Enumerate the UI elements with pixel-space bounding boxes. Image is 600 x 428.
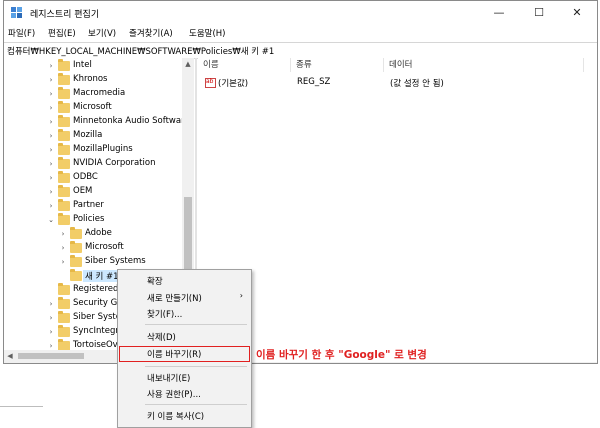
menu-separator [145, 366, 247, 367]
registry-app-icon [11, 7, 22, 18]
tree-item-label: Minnetonka Audio Software [73, 116, 190, 126]
context-item-find[interactable]: 찾기(F)... [147, 308, 182, 320]
context-menu: 확장 새로 만들기(N) › 찾기(F)... 삭제(D) 이름 바꾸기(R) … [117, 269, 252, 428]
expand-arrow-icon[interactable]: › [58, 241, 68, 255]
folder-icon [58, 325, 70, 337]
tree-item-label: Intel [73, 60, 92, 70]
expand-arrow-icon[interactable]: › [58, 255, 68, 269]
folder-open-icon [58, 213, 70, 225]
column-header-name[interactable]: 이름 [198, 58, 291, 72]
folder-icon [58, 143, 70, 155]
title-bar: 레지스트리 편집기 — ☐ ✕ [4, 1, 597, 25]
folder-icon [58, 59, 70, 71]
tree-item-label: MozillaPlugins [73, 144, 133, 154]
column-header-type[interactable]: 종류 [291, 58, 384, 72]
expand-arrow-icon[interactable]: › [46, 101, 56, 115]
values-pane: 이름 종류 데이터 (기본값) REG_SZ (값 설정 안 됨) [198, 58, 597, 358]
expand-arrow-icon[interactable]: › [46, 297, 56, 311]
tree-item-label: Mozilla [73, 130, 103, 140]
folder-icon [58, 157, 70, 169]
folder-icon [70, 241, 82, 253]
menu-view[interactable]: 보기(V) [88, 27, 116, 39]
expand-arrow-icon[interactable]: › [46, 73, 56, 87]
folder-icon [58, 311, 70, 323]
context-item-copy-key-name[interactable]: 키 이름 복사(C) [147, 410, 204, 422]
folder-icon [70, 269, 82, 281]
submenu-arrow-icon: › [239, 291, 243, 300]
menu-separator [145, 324, 247, 325]
expand-arrow-icon[interactable]: › [46, 129, 56, 143]
tree-item-label: Microsoft [85, 242, 124, 252]
instruction-annotation: 이름 바꾸기 한 후 "Google" 로 변경 [256, 349, 427, 361]
string-value-icon [205, 78, 216, 88]
address-bar[interactable]: 컴퓨터₩HKEY_LOCAL_MACHINE₩SOFTWARE₩Policies… [4, 42, 597, 59]
context-item-permissions[interactable]: 사용 권한(P)... [147, 388, 201, 400]
tree-item-label: NVIDIA Corporation [73, 158, 156, 168]
tree-item-label: Policies [73, 214, 105, 224]
expand-arrow-icon[interactable]: › [58, 227, 68, 241]
expand-arrow-icon[interactable]: › [46, 325, 56, 339]
folder-icon [58, 199, 70, 211]
registry-editor-window: 레지스트리 편집기 — ☐ ✕ 파일(F) 편집(E) 보기(V) 즐겨찾기(A… [3, 0, 598, 364]
context-item-new[interactable]: 새로 만들기(N) [147, 292, 202, 304]
tree-item-label: OEM [73, 186, 93, 196]
expand-arrow-icon[interactable]: › [46, 87, 56, 101]
status-bar [4, 362, 597, 363]
menu-help[interactable]: 도움말(H) [189, 27, 225, 39]
tree-item-label: Macromedia [73, 88, 126, 98]
menu-file[interactable]: 파일(F) [8, 27, 35, 39]
close-button[interactable]: ✕ [557, 1, 597, 25]
tree-item-label: Adobe [85, 228, 112, 238]
expand-arrow-icon[interactable]: › [46, 185, 56, 199]
folder-icon [70, 255, 82, 267]
expand-arrow-icon[interactable]: › [46, 157, 56, 171]
expand-arrow-icon[interactable]: › [46, 171, 56, 185]
context-item-expand[interactable]: 확장 [147, 275, 163, 287]
menu-bar: 파일(F) 편집(E) 보기(V) 즐겨찾기(A) 도움말(H) [4, 25, 597, 41]
scroll-thumb[interactable] [18, 353, 84, 359]
scroll-up-icon[interactable]: ▲ [182, 58, 194, 70]
folder-icon [70, 227, 82, 239]
folder-icon [58, 115, 70, 127]
folder-icon [58, 297, 70, 309]
expand-arrow-icon[interactable]: › [46, 199, 56, 213]
context-item-export[interactable]: 내보내기(E) [147, 372, 190, 384]
collapse-arrow-icon[interactable]: ⌄ [46, 213, 56, 227]
column-header-data[interactable]: 데이터 [384, 58, 584, 72]
menu-favorites[interactable]: 즐겨찾기(A) [129, 27, 173, 39]
address-path: 컴퓨터₩HKEY_LOCAL_MACHINE₩SOFTWARE₩Policies… [7, 47, 275, 57]
tree-item-label: Khronos [73, 74, 108, 84]
expand-arrow-icon[interactable]: › [46, 143, 56, 157]
folder-icon [58, 87, 70, 99]
scroll-left-icon[interactable]: ◀ [4, 350, 16, 362]
value-data: (값 설정 안 됨) [390, 79, 444, 89]
menu-separator [145, 404, 247, 405]
folder-icon [58, 171, 70, 183]
folder-icon [58, 283, 70, 295]
scroll-thumb[interactable] [184, 197, 192, 273]
context-item-delete[interactable]: 삭제(D) [147, 331, 176, 343]
expand-arrow-icon[interactable]: › [46, 59, 56, 73]
tree-item-label: Partner [73, 200, 104, 210]
expand-arrow-icon[interactable]: › [46, 311, 56, 325]
expand-arrow-icon[interactable]: › [46, 115, 56, 129]
value-name[interactable]: (기본값) [218, 77, 248, 89]
tree-item-label: Siber Systems [85, 256, 146, 266]
minimize-button[interactable]: — [479, 1, 519, 25]
window-title: 레지스트리 편집기 [30, 10, 100, 20]
tree-item-label: Microsoft [73, 102, 112, 112]
context-item-rename[interactable]: 이름 바꾸기(R) [147, 348, 201, 360]
value-type: REG_SZ [297, 77, 331, 87]
folder-icon [58, 101, 70, 113]
expand-arrow-icon[interactable]: › [46, 339, 56, 350]
maximize-button[interactable]: ☐ [519, 1, 559, 25]
folder-icon [58, 73, 70, 85]
folder-icon [58, 339, 70, 350]
divider-line [0, 406, 43, 407]
menu-edit[interactable]: 편집(E) [48, 27, 76, 39]
folder-icon [58, 129, 70, 141]
tree-item-label: ODBC [73, 172, 98, 182]
tree-item-label: 새 키 #1 [83, 270, 121, 282]
folder-icon [58, 185, 70, 197]
